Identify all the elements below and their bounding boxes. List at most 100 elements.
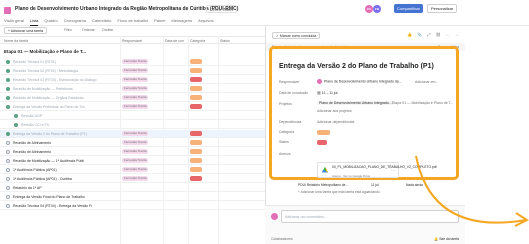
- task-row[interactable]: Reunião Técnica 01 (RT01) Fernanda Tomita: [0, 58, 265, 66]
- assignee-chip[interactable]: Fernanda Tomita: [122, 104, 149, 109]
- task-name[interactable]: Relatório da 1ª AP: [13, 186, 42, 190]
- task-name[interactable]: Reunião Técnica 03 (RT03) - Estruturação…: [13, 78, 97, 82]
- complete-checkbox[interactable]: [6, 131, 10, 136]
- tab-7[interactable]: Painel: [154, 17, 165, 25]
- tab-3[interactable]: Quadro: [44, 17, 57, 25]
- status-selector[interactable]: Definir status: [206, 5, 238, 13]
- avatar[interactable]: FA: [365, 5, 373, 13]
- tab-1[interactable]: Visão geral: [4, 17, 24, 25]
- complete-checkbox[interactable]: [6, 68, 10, 73]
- complete-checkbox[interactable]: [6, 59, 10, 64]
- due-date-field[interactable]: ▦ 11 – 11 jul: [317, 90, 337, 95]
- project-section[interactable]: Etapa 01 — Mobilização e Plano de T...: [392, 101, 453, 105]
- task-row[interactable]: Revisão CCI e PU: [0, 121, 265, 129]
- task-name[interactable]: Reunião Técnica 02 (RT02) - Metodologia: [13, 69, 78, 73]
- assignee-chip[interactable]: Fernanda Tomita: [122, 140, 149, 145]
- task-name[interactable]: Reunião de Mobilização — Prefeituras: [13, 87, 73, 91]
- assignee-chip[interactable]: Fernanda Tomita: [122, 68, 149, 73]
- attachment-source[interactable]: Anexo · Ver no Google Drive: [332, 174, 370, 178]
- complete-checkbox[interactable]: [6, 95, 10, 100]
- task-row[interactable]: Relatório da 1ª AP: [0, 184, 265, 192]
- column-header-name[interactable]: Nome da tarefa: [4, 39, 28, 43]
- category-tag[interactable]: [190, 86, 202, 91]
- task-row[interactable]: Reunião de Alinhamento Fernanda Tomita: [0, 139, 265, 147]
- complete-checkbox[interactable]: [6, 158, 10, 163]
- add-to-projects-link[interactable]: Adicionar aos projetos: [317, 109, 352, 113]
- more-icon[interactable]: ⋯: [391, 168, 395, 173]
- task-name[interactable]: 1ª Audiência Pública (AP01): [13, 168, 57, 172]
- assignee-chip[interactable]: Fernanda Tomita: [122, 131, 149, 136]
- category-tag[interactable]: [190, 68, 202, 73]
- complete-checkbox[interactable]: [6, 149, 10, 154]
- assignee-chip[interactable]: Fernanda Tomita: [122, 149, 149, 154]
- assignee-extra[interactable]: Adicionar em...: [415, 80, 438, 84]
- category-tag[interactable]: [190, 176, 202, 181]
- project-chip[interactable]: Plano de Desenvolvimento Urbano Integrad…: [317, 101, 394, 105]
- category-tag[interactable]: [190, 158, 202, 163]
- add-task-button[interactable]: + Adicionar uma tarefa: [4, 27, 48, 34]
- assignee-field[interactable]: Plano de Desenvolvimento Urbano Integrad…: [317, 79, 402, 84]
- complete-checkbox[interactable]: [6, 104, 10, 109]
- category-badge[interactable]: [317, 130, 330, 135]
- task-row[interactable]: Entrega da Versão Final do Plano de Trab…: [0, 193, 265, 201]
- tab-2[interactable]: Lista: [29, 17, 39, 26]
- assignee-chip[interactable]: Fernanda Tomita: [122, 158, 149, 163]
- tab-9[interactable]: Arquivos: [198, 17, 214, 25]
- task-title[interactable]: Entrega da Versão 2 do Plano de Trabalho…: [279, 63, 434, 70]
- sort-button[interactable]: Ordenar: [82, 28, 95, 32]
- category-tag[interactable]: [190, 131, 202, 136]
- complete-checkbox[interactable]: [6, 167, 10, 172]
- assignee-chip[interactable]: Fernanda Tomita: [122, 176, 149, 181]
- chevron-down-icon[interactable]: ▾: [186, 6, 188, 11]
- complete-checkbox[interactable]: [6, 86, 10, 91]
- share-button[interactable]: Compartilhar: [394, 4, 423, 13]
- task-name[interactable]: Entrega da Versão 2 do Plano de Trabalho…: [13, 132, 87, 136]
- task-name[interactable]: Reunião de Alinhamento: [13, 150, 51, 154]
- complete-checkbox[interactable]: [6, 77, 10, 82]
- task-name[interactable]: Reunião de Mobilização — 1ª Audiência Pú…: [13, 159, 84, 163]
- tab-6[interactable]: Fluxo de trabalho: [117, 17, 148, 25]
- task-row[interactable]: Reunião de Mobilização — 1ª Audiência Pú…: [0, 157, 265, 165]
- task-row[interactable]: Reunião Técnica 03 (RT03) - Estruturação…: [0, 76, 265, 84]
- task-row[interactable]: 1ª Audiência Pública (AP01) - Curitiba Fe…: [0, 175, 265, 183]
- add-dependencies-link[interactable]: Adicionar dependências: [317, 120, 354, 124]
- hide-button[interactable]: Ocultar: [102, 28, 113, 32]
- star-icon[interactable]: ☆: [193, 5, 197, 11]
- panel-header-icons[interactable]: 👍 📎 ⤢ ⛓ ⋯ →: [407, 32, 461, 37]
- complete-checkbox[interactable]: [6, 140, 10, 145]
- task-name[interactable]: Entrega da Versão Preliminar do Plano de…: [13, 105, 84, 109]
- task-row[interactable]: Reunião de Mobilização — Prefeituras Fern…: [0, 85, 265, 93]
- task-row[interactable]: Entrega da Versão 2 do Plano de Trabalho…: [0, 130, 265, 138]
- avatar[interactable]: FB: [373, 5, 381, 13]
- tab-5[interactable]: Calendário: [92, 17, 111, 25]
- assignee-chip[interactable]: Fernanda Tomita: [122, 77, 149, 82]
- column-header-status[interactable]: Status: [220, 39, 230, 43]
- mark-complete-button[interactable]: ✓ Marcar como concluída: [272, 32, 321, 39]
- task-row[interactable]: Reunião Técnica 02 (RT02) - Metodologia F…: [0, 67, 265, 75]
- assignee-chip[interactable]: Fernanda Tomita: [122, 59, 149, 64]
- task-row[interactable]: Reunião de Alinhamento Fernanda Tomita: [0, 148, 265, 156]
- column-header-category[interactable]: Categoria: [190, 39, 205, 43]
- category-tag[interactable]: [190, 140, 202, 145]
- task-row[interactable]: Reunião Técnica 04 (RT04) - Entrega da V…: [0, 202, 265, 210]
- task-name[interactable]: Reunião de Mobilização — Órgãos Estaduai…: [13, 96, 84, 100]
- category-tag[interactable]: [190, 95, 202, 100]
- category-tag[interactable]: [190, 59, 202, 64]
- category-tag[interactable]: [190, 77, 202, 82]
- task-name[interactable]: Revisão UGP: [21, 114, 42, 118]
- task-row[interactable]: Revisão UGP: [0, 112, 265, 120]
- complete-checkbox[interactable]: [14, 122, 18, 127]
- category-tag[interactable]: [190, 104, 202, 109]
- task-name[interactable]: 1ª Audiência Pública (AP01) - Curitiba: [13, 177, 72, 181]
- tab-4[interactable]: Cronograma: [64, 17, 86, 25]
- task-name[interactable]: Entrega da Versão Final do Plano de Trab…: [13, 195, 85, 199]
- attachment-card[interactable]: 00_P1_MOBILIZACAO_PLANO_DE_TRABALHO_V2_C…: [317, 162, 437, 178]
- task-name[interactable]: Reunião Técnica 01 (RT01): [13, 60, 56, 64]
- column-header-date[interactable]: Data de con: [165, 39, 184, 43]
- assignee-chip[interactable]: Fernanda Tomita: [122, 86, 149, 91]
- task-name[interactable]: Revisão CCI e PU: [21, 123, 49, 127]
- section-title[interactable]: Etapa 01 — Mobilização e Plano de T...: [4, 49, 86, 54]
- task-row[interactable]: 1ª Audiência Pública (AP01) Fernanda Tomi…: [0, 166, 265, 174]
- column-header-assignee[interactable]: Responsável: [122, 39, 142, 43]
- customize-button[interactable]: Personalizar: [427, 4, 458, 13]
